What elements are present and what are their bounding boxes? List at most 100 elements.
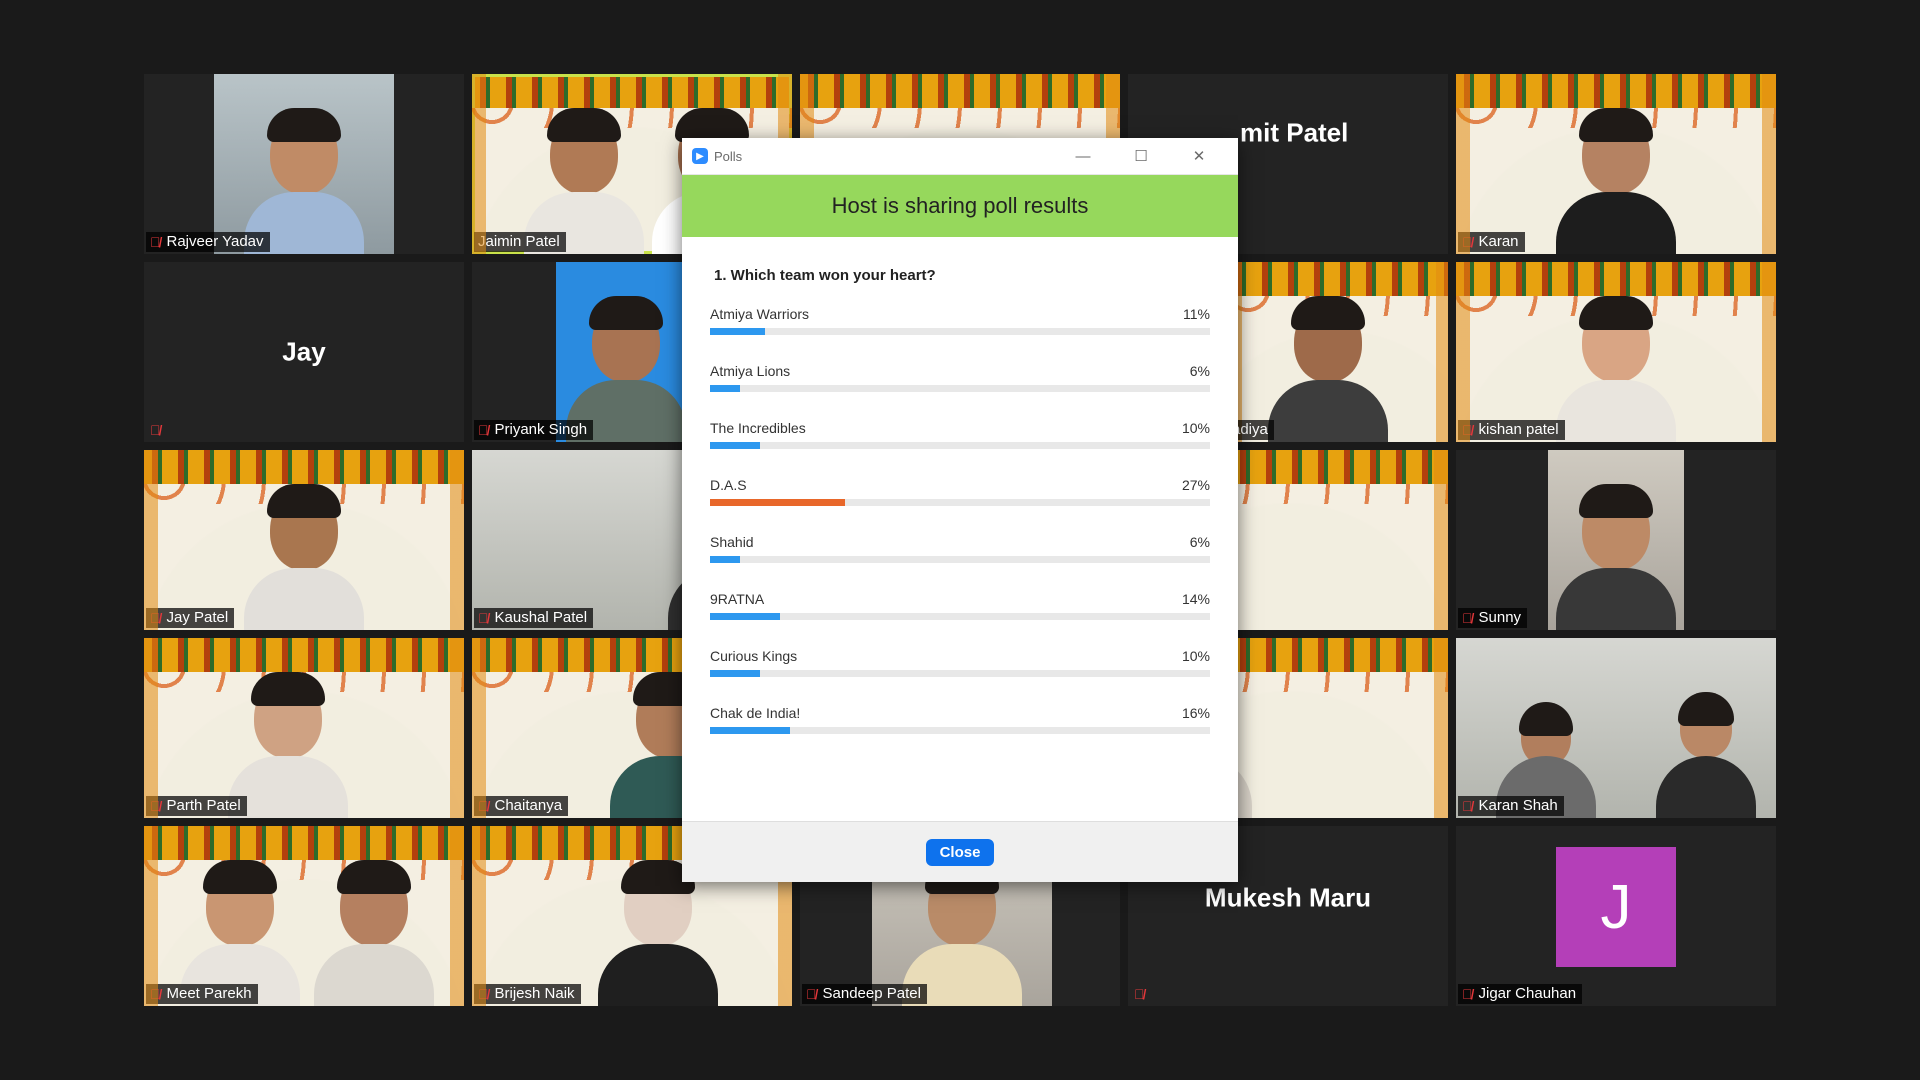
participant-name: Sunny: [1478, 609, 1522, 626]
zoom-app-icon: ▶: [692, 148, 708, 164]
poll-option: The Incredibles 10%: [710, 420, 1210, 449]
close-window-button[interactable]: ✕: [1170, 147, 1228, 165]
name-tag: Jaimin Patel: [474, 232, 566, 252]
poll-option: D.A.S 27%: [710, 477, 1210, 506]
window-titlebar[interactable]: ▶ Polls — ☐ ✕: [682, 138, 1238, 175]
poll-option-bar-track: [710, 499, 1210, 506]
poll-option-label: Atmiya Warriors: [710, 306, 810, 322]
person-figure: [1267, 292, 1388, 442]
mic-muted-icon: 🎙̸: [150, 422, 161, 438]
poll-option-percent: 6%: [1189, 534, 1210, 550]
poll-option-percent: 10%: [1181, 420, 1210, 436]
poll-option: 9RATNA 14%: [710, 591, 1210, 620]
window-title: Polls: [714, 148, 743, 164]
participant-name: Jay Patel: [166, 609, 229, 626]
poll-option-bar-fill: [710, 670, 760, 677]
participant-tile[interactable]: 🎙̸ Parth Patel: [144, 638, 464, 818]
close-button[interactable]: Close: [925, 838, 995, 866]
poll-option: Shahid 6%: [710, 534, 1210, 563]
mic-muted-icon: 🎙̸: [806, 986, 817, 1002]
participant-tile[interactable]: 🎙̸ Karan Shah: [1456, 638, 1776, 818]
poll-option-bar-fill: [710, 499, 845, 506]
poll-option-row: Shahid 6%: [710, 534, 1210, 550]
participant-tile[interactable]: 🎙̸ Rajveer Yadav: [144, 74, 464, 254]
name-tag: 🎙̸ Meet Parekh: [146, 984, 258, 1004]
participant-display-name: mit Patel: [1240, 117, 1349, 148]
person-figure: [180, 856, 300, 1006]
mic-muted-icon: 🎙̸: [150, 986, 161, 1002]
name-tag: 🎙̸ Kaushal Patel: [474, 608, 594, 628]
mic-muted-icon: 🎙̸: [478, 798, 489, 814]
participant-tile[interactable]: 🎙̸ Sunny: [1456, 450, 1776, 630]
person-figure: [1556, 292, 1676, 442]
participant-display-name: Jay: [282, 336, 326, 367]
poll-option-bar-track: [710, 670, 1210, 677]
poll-option-label: The Incredibles: [710, 420, 806, 436]
poll-status-banner: Host is sharing poll results: [682, 175, 1238, 237]
mic-muted-icon: 🎙̸: [1134, 986, 1145, 1002]
poll-option-row: The Incredibles 10%: [710, 420, 1210, 436]
participant-video: [556, 262, 696, 442]
poll-option-row: Atmiya Lions 6%: [710, 363, 1210, 379]
poll-option-label: D.A.S: [710, 477, 747, 493]
maximize-button[interactable]: ☐: [1112, 147, 1170, 165]
name-tag: 🎙̸ Jay Patel: [146, 608, 235, 628]
mic-muted-icon: 🎙̸: [478, 610, 489, 626]
participant-tile[interactable]: Jay 🎙̸: [144, 262, 464, 442]
participant-name: Jaimin Patel: [478, 233, 560, 250]
mic-muted-icon: 🎙̸: [1462, 986, 1473, 1002]
mic-muted-icon: 🎙̸: [150, 798, 161, 814]
participant-name: Jigar Chauhan: [1478, 985, 1577, 1002]
minimize-button[interactable]: —: [1054, 148, 1112, 165]
person-figure: [524, 104, 644, 254]
participant-tile[interactable]: 🎙̸ Jay Patel: [144, 450, 464, 630]
person-figure: [228, 668, 348, 818]
participant-tile[interactable]: 🎙̸ kishan patel: [1456, 262, 1776, 442]
participant-name: Sandeep Patel: [822, 985, 921, 1002]
mic-muted-icon: 🎙̸: [150, 234, 161, 250]
person-figure: [244, 480, 364, 630]
mic-muted-icon: 🎙̸: [1462, 798, 1473, 814]
name-tag: 🎙̸ Priyank Singh: [474, 420, 594, 440]
poll-option-bar-track: [710, 328, 1210, 335]
name-tag: 🎙̸ Brijesh Naik: [474, 984, 581, 1004]
name-tag: 🎙̸ Karan: [1458, 232, 1525, 252]
participant-tile[interactable]: 🎙̸ Karan: [1456, 74, 1776, 254]
poll-option-percent: 27%: [1181, 477, 1210, 493]
poll-option-bar-track: [710, 385, 1210, 392]
poll-footer: Close: [682, 821, 1238, 882]
mic-muted-icon: 🎙̸: [478, 986, 489, 1002]
poll-options-list: Atmiya Warriors 11% Atmiya Lions 6% The Incr…: [710, 306, 1210, 734]
poll-option-bar-fill: [710, 442, 760, 449]
person-figure: [314, 856, 435, 1006]
participant-name: kishan patel: [1478, 421, 1559, 438]
participant-tile[interactable]: J 🎙̸ Jigar Chauhan: [1456, 826, 1776, 1006]
poll-option-row: 9RATNA 14%: [710, 591, 1210, 607]
poll-option-row: D.A.S 27%: [710, 477, 1210, 493]
participant-video: [1548, 450, 1684, 630]
participant-video: [1228, 262, 1448, 442]
participant-tile[interactable]: 🎙̸ Meet Parekh: [144, 826, 464, 1006]
poll-option-label: Curious Kings: [710, 648, 798, 664]
poll-body: 1. Which team won your heart? Atmiya War…: [682, 237, 1238, 734]
name-tag: 🎙̸: [1130, 984, 1151, 1004]
name-tag: 🎙̸ Chaitanya: [474, 796, 569, 816]
poll-option-bar-track: [710, 727, 1210, 734]
mic-muted-icon: 🎙̸: [150, 610, 161, 626]
poll-option-label: 9RATNA: [710, 591, 765, 607]
participant-name: Kaushal Patel: [494, 609, 588, 626]
poll-option-bar-track: [710, 613, 1210, 620]
poll-option-bar-fill: [710, 328, 765, 335]
mic-muted-icon: 🎙̸: [1462, 234, 1473, 250]
participant-name: Parth Patel: [166, 797, 241, 814]
poll-option-percent: 16%: [1181, 705, 1210, 721]
participant-name: Karan Shah: [1478, 797, 1558, 814]
poll-option-bar-fill: [710, 556, 740, 563]
poll-option-percent: 6%: [1189, 363, 1210, 379]
avatar: J: [1556, 847, 1676, 967]
name-tag: 🎙̸ kishan patel: [1458, 420, 1565, 440]
poll-question: 1. Which team won your heart?: [714, 267, 936, 284]
poll-option: Curious Kings 10%: [710, 648, 1210, 677]
mic-muted-icon: 🎙̸: [478, 422, 489, 438]
participant-name: Rajveer Yadav: [166, 233, 264, 250]
